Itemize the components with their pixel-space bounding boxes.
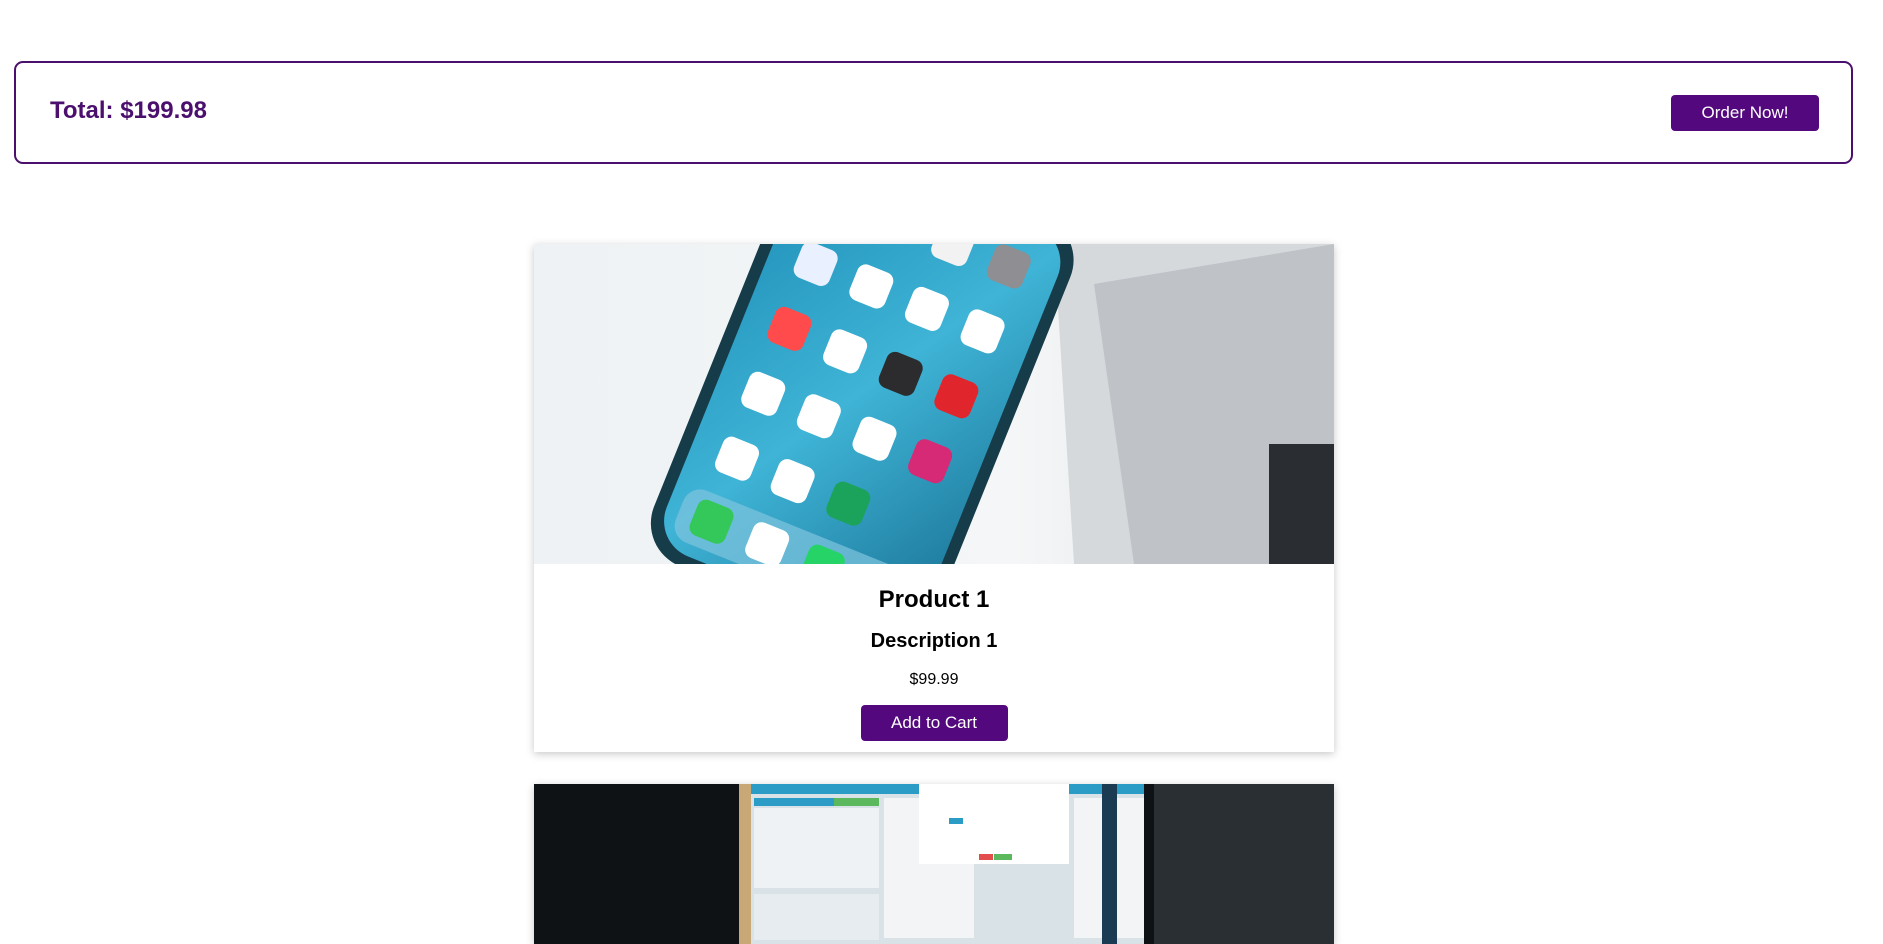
cart-total: Total: $199.98 xyxy=(50,97,207,124)
software-screenshot-photo-icon xyxy=(534,784,1334,944)
smartphone-photo-icon xyxy=(534,244,1334,564)
product-card xyxy=(534,784,1334,944)
product-image xyxy=(534,244,1334,564)
order-now-button[interactable]: Order Now! xyxy=(1671,95,1819,131)
product-card: Product 1 Description 1 $99.99 Add to Ca… xyxy=(534,244,1334,752)
add-to-cart-button[interactable]: Add to Cart xyxy=(860,705,1008,741)
product-title: Product 1 xyxy=(878,586,990,613)
cart-summary-bar: Total: $199.98 Order Now! xyxy=(14,61,1853,164)
product-image xyxy=(534,784,1334,944)
product-description: Description 1 xyxy=(870,630,998,652)
product-price: $99.99 xyxy=(909,671,959,688)
